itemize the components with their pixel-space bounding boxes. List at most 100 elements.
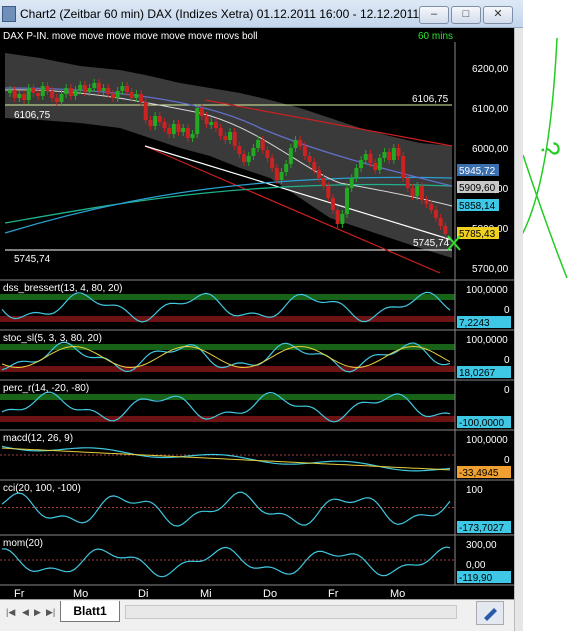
- prev-sheet-nav-icon[interactable]: ◀: [22, 607, 29, 618]
- price-tick: 5700,00: [472, 264, 509, 275]
- candle-body: [377, 158, 382, 170]
- candle-body: [82, 85, 87, 92]
- draw-tool-button[interactable]: [476, 601, 504, 625]
- candle-body: [419, 186, 424, 200]
- value-tag: 5945,72: [459, 166, 496, 177]
- indicator-axis-tick: 100,0000: [466, 435, 508, 446]
- time-tick: Fr: [14, 588, 25, 599]
- candle-body: [354, 168, 359, 178]
- candle-body: [349, 178, 354, 188]
- candle-body: [284, 164, 289, 172]
- candle-body: [17, 94, 22, 98]
- candle-body: [143, 102, 148, 120]
- time-tick: Mo: [390, 588, 405, 599]
- candle-body: [31, 88, 36, 93]
- candle-body: [274, 168, 279, 180]
- maximize-button[interactable]: □: [451, 6, 481, 24]
- chart-svg[interactable]: 6106,75 6106,75 5745,74 5745,74 DAX P-IN…: [0, 28, 514, 599]
- app-icon[interactable]: [2, 6, 16, 22]
- candle-body: [279, 172, 284, 180]
- candle-body: [312, 162, 317, 170]
- indicator-axis-tick: 0: [504, 305, 510, 316]
- candle-body: [288, 148, 293, 164]
- candle-body: [433, 210, 438, 218]
- candle-body: [8, 90, 12, 93]
- candle-body: [429, 204, 434, 210]
- indicator-value-tag: -33,4945: [459, 468, 499, 479]
- time-tick: Fr: [328, 588, 339, 599]
- candle-body: [359, 160, 364, 168]
- first-sheet-nav-icon[interactable]: |◀: [6, 607, 15, 618]
- candle-body: [293, 140, 298, 148]
- candle-body: [345, 188, 350, 214]
- value-tag: 5858,14: [459, 201, 496, 212]
- candle-body: [167, 128, 172, 134]
- candle-body: [298, 140, 303, 146]
- main-panel-header: DAX P-IN. move move move move move move …: [3, 31, 258, 42]
- candle-body: [148, 120, 153, 126]
- indicator-label: mom(20): [3, 538, 43, 549]
- candle-body: [405, 178, 410, 188]
- time-axis: Fr Mo Di Mi Do Fr Mo: [0, 584, 514, 599]
- minimize-button[interactable]: –: [419, 6, 449, 24]
- candle-body: [242, 154, 247, 162]
- indicator-value-tag: 7,2243: [459, 318, 490, 329]
- candle-body: [26, 88, 31, 100]
- candle-body: [12, 90, 17, 98]
- indicator-axis-tick: 300,00: [466, 540, 497, 551]
- close-button[interactable]: ✕: [483, 6, 513, 24]
- price-tick: 6100,00: [472, 104, 509, 115]
- candle-body: [373, 163, 378, 170]
- candle-body: [363, 154, 368, 160]
- title-bar[interactable]: Chart2 (Zeitbar 60 min) DAX (Indizes Xet…: [0, 0, 523, 28]
- candle-body: [68, 88, 73, 96]
- candle-body: [199, 108, 204, 116]
- timeframe-label: 60 mins: [418, 31, 453, 42]
- candle-body: [153, 116, 158, 126]
- candle-body: [237, 146, 242, 154]
- candle-body: [326, 186, 331, 198]
- candle-body: [401, 156, 406, 178]
- chart-area[interactable]: 6106,75 6106,75 5745,74 5745,74 DAX P-IN…: [0, 28, 514, 599]
- candle-body: [73, 90, 78, 96]
- candle-body: [110, 94, 115, 98]
- indicator-value-tag: 18,0267: [459, 368, 496, 379]
- chart-window: Chart2 (Zeitbar 60 min) DAX (Indizes Xet…: [0, 0, 523, 631]
- annotation-overlay: ?: [523, 37, 568, 279]
- indicator-line: [1, 491, 451, 527]
- candle-body: [415, 186, 420, 196]
- candle-body: [64, 88, 69, 94]
- value-tag: 5909,60: [459, 183, 496, 194]
- candle-body: [307, 156, 312, 162]
- indicator-axis-tick: 0: [504, 385, 510, 396]
- candle-body: [387, 152, 392, 160]
- candle-body: [129, 92, 134, 98]
- candle-body: [54, 98, 59, 102]
- candle-body: [22, 94, 27, 100]
- indicator-value-tag: -119,90: [459, 573, 493, 584]
- time-tick: Mi: [200, 588, 212, 599]
- price-axis-bg: [455, 42, 514, 280]
- time-tick: Mo: [73, 588, 88, 599]
- candle-body: [265, 150, 270, 158]
- time-tick: Di: [138, 588, 148, 599]
- candle-body: [256, 140, 261, 148]
- horizontal-scrollbar[interactable]: [125, 605, 457, 619]
- sheet-tab-blatt1[interactable]: Blatt1: [60, 601, 120, 622]
- candle-body: [251, 148, 256, 156]
- candle-body: [204, 116, 209, 124]
- candle-body: [45, 86, 50, 91]
- candle-body: [438, 218, 443, 226]
- indicator-axis-tick: 0: [504, 455, 510, 466]
- candle-body: [368, 154, 373, 163]
- indicator-label: dss_bressert(13, 4, 80, 20): [3, 283, 123, 294]
- candle-body: [96, 83, 101, 91]
- vertical-scrollbar[interactable]: [514, 28, 523, 631]
- oversold-zone: [0, 316, 455, 322]
- value-tag: 5785,43: [459, 229, 496, 240]
- candle-body: [92, 83, 97, 88]
- last-sheet-nav-icon[interactable]: ▶|: [46, 607, 55, 618]
- candle-body: [36, 93, 41, 96]
- next-sheet-nav-icon[interactable]: ▶: [34, 607, 41, 618]
- candle-body: [335, 210, 340, 224]
